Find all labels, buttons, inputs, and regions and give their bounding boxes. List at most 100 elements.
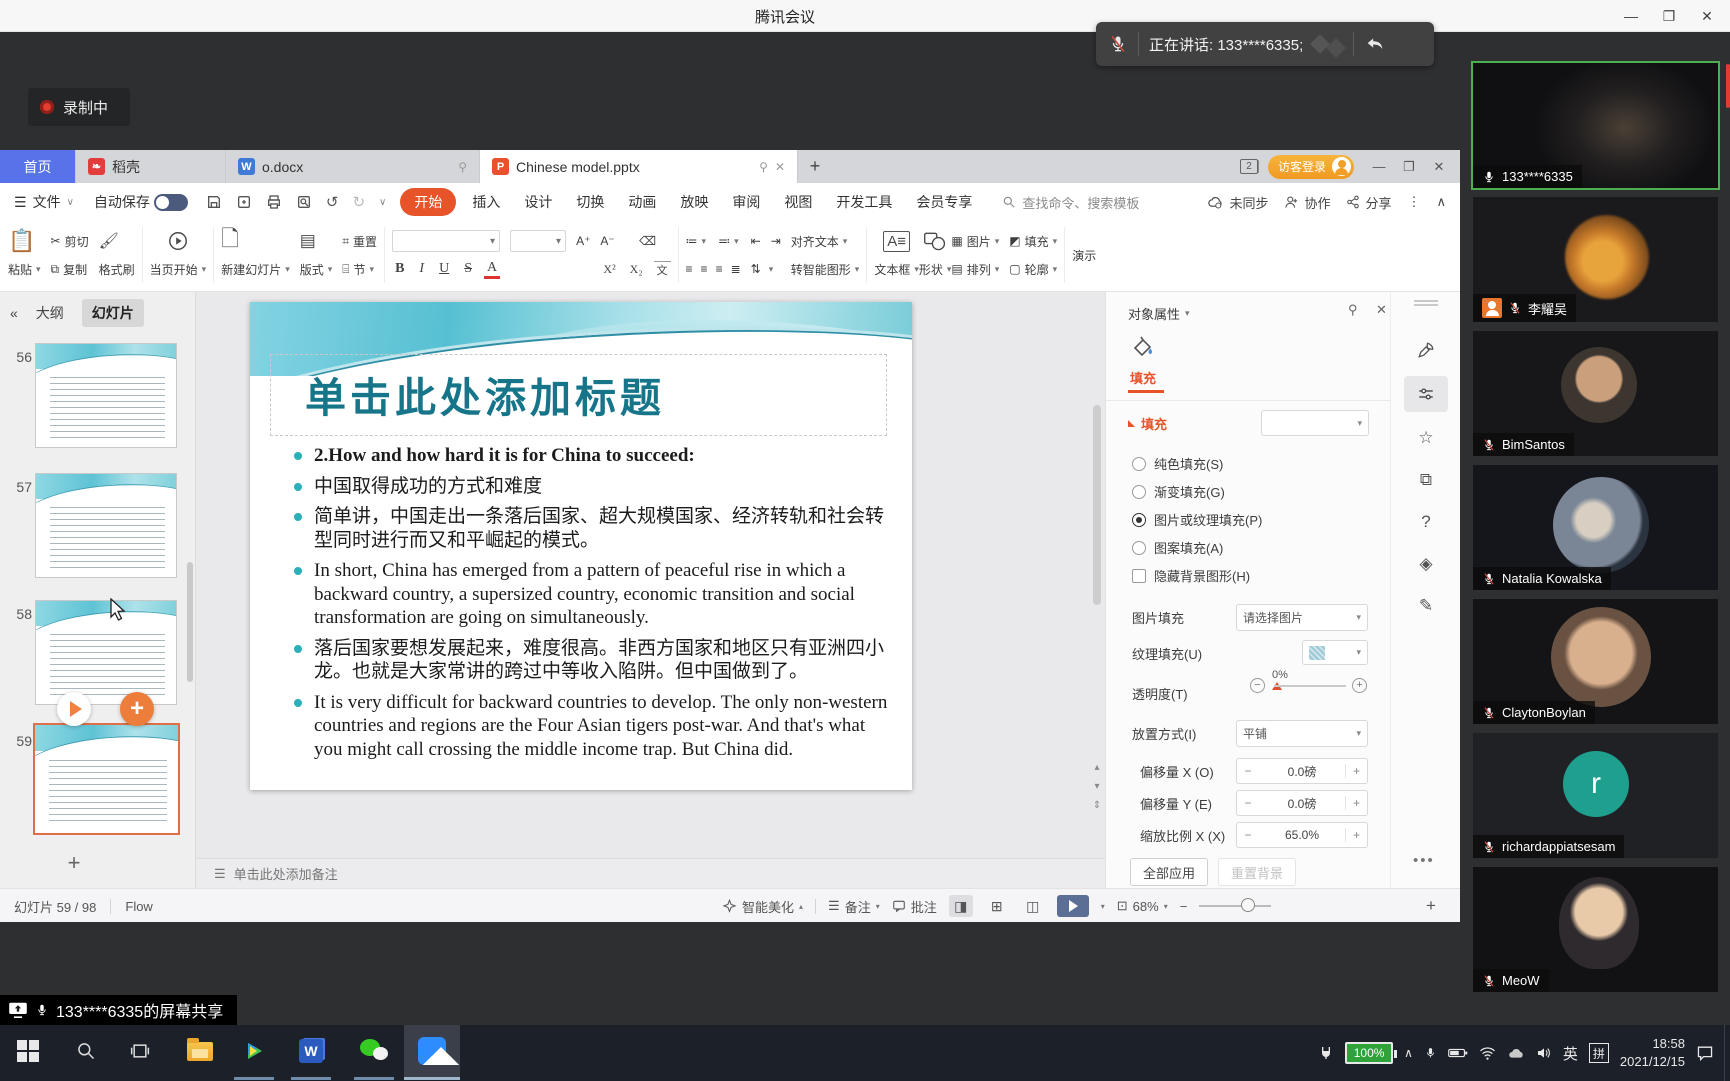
cut-button[interactable]: ✂剪切	[51, 233, 89, 250]
justify-icon[interactable]: ≣	[731, 262, 741, 276]
align-left-icon[interactable]: ≡	[686, 262, 693, 276]
increase-indent-button[interactable]: ⇥	[771, 234, 781, 248]
recording-badge[interactable]: 录制中	[28, 88, 130, 126]
command-search[interactable]: 查找命令、搜索模板	[1002, 193, 1139, 212]
play-from-slide-button[interactable]	[57, 692, 91, 726]
offset-y-stepper[interactable]: −0.0磅+	[1236, 790, 1368, 816]
file-menu[interactable]: ☰ 文件 ∨	[0, 192, 82, 212]
slide-thumbnail-58[interactable]	[35, 600, 177, 705]
font-color-button[interactable]: A	[484, 260, 500, 279]
participant-tile[interactable]: MeoW	[1473, 867, 1718, 992]
pin-icon[interactable]: ⚲	[759, 160, 768, 174]
decrease-indent-button[interactable]: ⇤	[751, 234, 761, 248]
tab-home[interactable]: 首页	[0, 150, 76, 183]
add-slide-button[interactable]: +	[58, 848, 90, 878]
pin-panel-icon[interactable]: ⚲	[1348, 302, 1358, 318]
close-panel-icon[interactable]: ✕	[1376, 302, 1387, 318]
play-options-icon[interactable]: ▾	[1101, 902, 1105, 911]
taskbar-search-button[interactable]	[62, 1025, 110, 1077]
redo-icon[interactable]: ↻	[352, 193, 365, 211]
new-slide-button[interactable]: 新建幻灯片▾	[221, 261, 290, 278]
comments-button[interactable]: 批注	[892, 897, 937, 916]
selection-pane-icon[interactable]: ⧉	[1404, 462, 1448, 498]
help-icon[interactable]: ?	[1404, 504, 1448, 540]
participant-tile[interactable]: r richardappiatsesam	[1473, 733, 1718, 858]
bullet-list-button[interactable]: ≔▾	[686, 234, 709, 248]
drag-handle[interactable]	[1414, 300, 1438, 302]
feedback-icon[interactable]: ✎	[1404, 588, 1448, 624]
radio-pattern-fill[interactable]: 图案填充(A)	[1132, 538, 1223, 557]
font-name-combo[interactable]: ▾	[392, 230, 500, 252]
slide-thumbnail-59-selected[interactable]	[33, 723, 180, 835]
fill-preview-dropdown[interactable]: ▾	[1261, 410, 1369, 436]
outline-button[interactable]: ▢轮廓▾	[1009, 261, 1057, 278]
reset-background-button[interactable]: 重置背景	[1218, 858, 1296, 886]
tencent-video-button[interactable]	[230, 1025, 278, 1077]
tab-slides[interactable]: 幻灯片	[82, 299, 144, 327]
present-button[interactable]: 演示	[1072, 247, 1096, 264]
menu-member[interactable]: 会员专享	[904, 192, 984, 212]
transparency-minus-button[interactable]: −	[1250, 678, 1265, 693]
scale-x-stepper[interactable]: −65.0%+	[1236, 822, 1368, 848]
properties-panel-icon[interactable]	[1404, 376, 1448, 412]
align-text-button[interactable]: 对齐文本▾	[791, 233, 860, 250]
slide-title[interactable]: 单击此处添加标题	[305, 364, 665, 424]
subscript-button[interactable]: X₂	[627, 262, 646, 277]
ime-pinyin-indicator[interactable]: 拼	[1589, 1043, 1609, 1063]
paste-button[interactable]: 粘贴▾	[8, 261, 41, 278]
more-menu-icon[interactable]: ⋮	[1407, 194, 1420, 210]
notes-bar[interactable]: ☰ 单击此处添加备注	[196, 858, 1105, 888]
clock[interactable]: 18:58 2021/12/15	[1620, 1035, 1685, 1070]
participant-tile[interactable]: 李耀吴	[1473, 197, 1718, 322]
strike-button[interactable]: S	[461, 261, 475, 277]
tray-expand-icon[interactable]: ∧	[1404, 1046, 1413, 1060]
tab-pptx-active[interactable]: P Chinese model.pptx ⚲ ✕	[480, 150, 798, 183]
picture-button[interactable]: ▦图片▾	[951, 233, 999, 250]
radio-solid-fill[interactable]: 纯色填充(S)	[1132, 454, 1223, 473]
to-smartart-button[interactable]: 转智能图形▾	[791, 261, 860, 278]
offset-x-stepper[interactable]: −0.0磅+	[1236, 758, 1368, 784]
menu-review[interactable]: 审阅	[720, 192, 772, 212]
power-plug-icon[interactable]	[1318, 1044, 1334, 1062]
wps-minimize-icon[interactable]: —	[1364, 150, 1394, 183]
share-button[interactable]: 分享	[1346, 193, 1391, 212]
menu-start[interactable]: 开始	[400, 188, 456, 216]
panel-scrollbar[interactable]	[187, 562, 193, 682]
reset-button[interactable]: ⌗重置	[342, 233, 377, 250]
notes-button[interactable]: ☰ 备注 ▾	[828, 897, 880, 916]
clear-format-icon[interactable]: ⌫	[639, 234, 670, 248]
zoom-out-button[interactable]: −	[1180, 899, 1188, 914]
more-history-icon[interactable]: ∨	[379, 197, 386, 208]
format-painter-button[interactable]: 格式刷	[99, 261, 135, 278]
zoom-in-button[interactable]: +	[1416, 889, 1446, 923]
tab-outline[interactable]: 大纲	[26, 299, 74, 327]
numbered-list-button[interactable]: ≕▾	[718, 234, 741, 248]
close-tab-icon[interactable]: ✕	[775, 160, 785, 174]
save-icon[interactable]	[206, 194, 222, 210]
reading-view-button[interactable]: ◫	[1021, 895, 1045, 917]
tray-mic-icon[interactable]	[1424, 1045, 1437, 1061]
section-button[interactable]: ⌸节▾	[342, 261, 377, 278]
canvas-scrollbar[interactable]	[1093, 405, 1101, 605]
hide-background-checkbox[interactable]: 隐藏背景图形(H)	[1132, 566, 1250, 585]
tray-battery-icon[interactable]	[1448, 1046, 1468, 1060]
current-slide[interactable]: 单击此处添加标题 2.How and how hard it is for Ch…	[250, 302, 912, 790]
font-size-combo[interactable]: ▾	[510, 230, 566, 252]
italic-button[interactable]: I	[416, 261, 427, 277]
texture-fill-dropdown[interactable]: ▾	[1302, 640, 1368, 665]
tencent-meeting-button[interactable]	[404, 1025, 460, 1077]
layout-button[interactable]: 版式▾	[300, 261, 333, 278]
notification-icon[interactable]	[1696, 1045, 1714, 1061]
guest-login-button[interactable]: 访客登录	[1268, 155, 1354, 179]
show-desktop-button[interactable]	[1724, 1025, 1730, 1081]
sorter-view-button[interactable]: ⊞	[985, 895, 1009, 917]
menu-design[interactable]: 设计	[512, 192, 564, 212]
autosave-toggle[interactable]	[154, 194, 188, 211]
print-preview-icon[interactable]	[296, 194, 312, 210]
zoom-slider[interactable]	[1199, 905, 1271, 907]
radio-gradient-fill[interactable]: 渐变填充(G)	[1132, 482, 1225, 501]
task-view-button[interactable]	[116, 1025, 164, 1077]
wps-restore-icon[interactable]: ❐	[1394, 150, 1424, 183]
line-spacing-icon[interactable]: ⇅	[751, 262, 761, 276]
wechat-button[interactable]	[350, 1025, 398, 1077]
